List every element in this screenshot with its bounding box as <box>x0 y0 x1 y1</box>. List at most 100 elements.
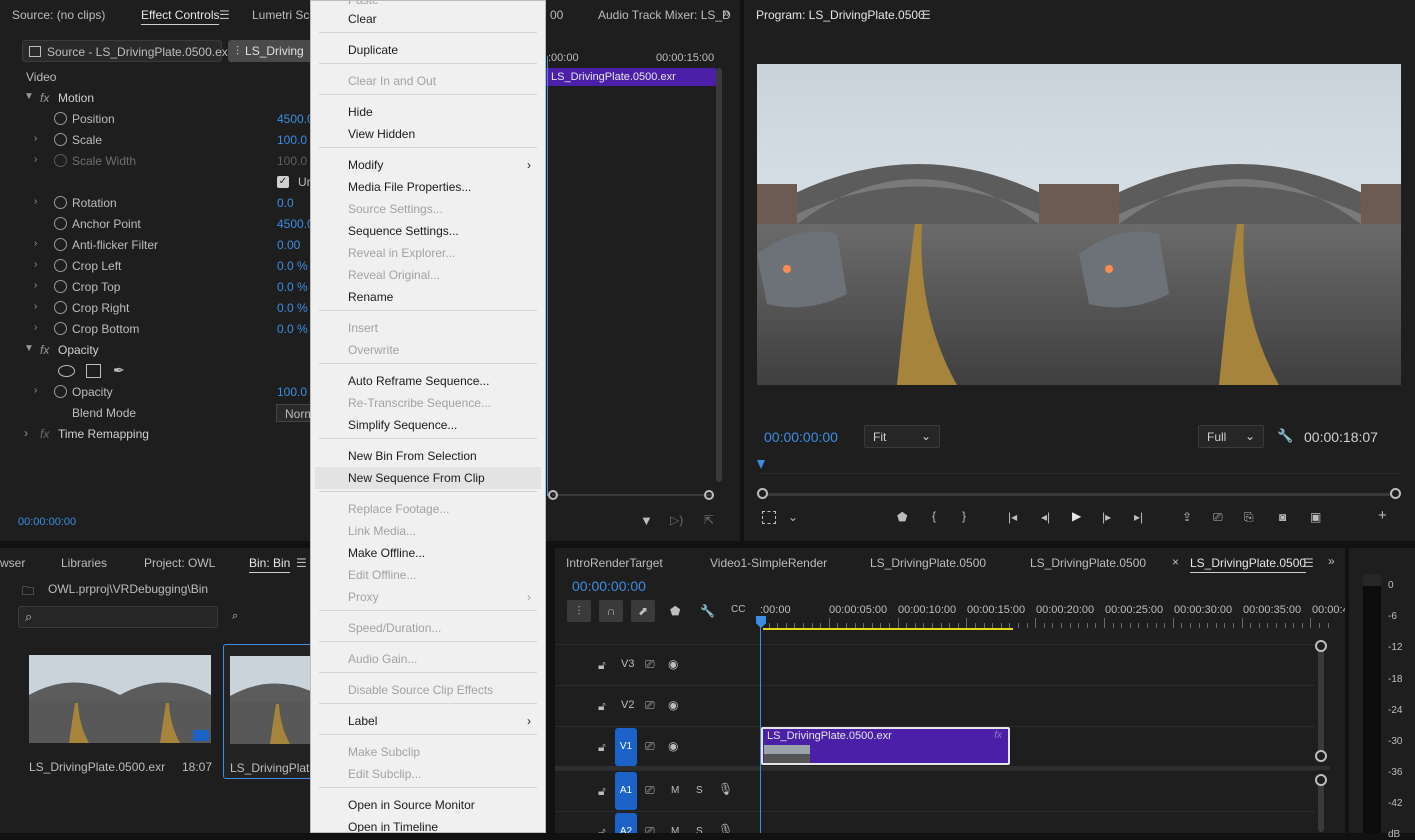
stopwatch-icon[interactable] <box>54 385 67 398</box>
property-value[interactable]: 100.0 <box>277 154 307 168</box>
snap-icon[interactable]: ∩ <box>599 600 623 622</box>
microphone-icon[interactable]: 🎙︎ <box>718 782 733 796</box>
close-icon[interactable]: × <box>1172 555 1179 569</box>
tab-lumetri-scopes[interactable]: Lumetri Sco <box>252 8 310 22</box>
menu-item[interactable]: Hide <box>348 105 373 119</box>
program-monitor-title[interactable]: Program: LS_DrivingPlate.0500 <box>756 8 925 22</box>
stopwatch-icon[interactable] <box>54 259 67 272</box>
opacity-value[interactable]: 100.0 % <box>277 385 310 399</box>
tab-bin[interactable]: Bin: Bin <box>249 556 291 573</box>
sequence-chip[interactable]: ⫶ LS_Driving <box>228 40 310 62</box>
tab-effect-controls[interactable]: Effect Controls <box>141 8 220 25</box>
property-value[interactable]: 0.0 <box>277 196 294 210</box>
mini-playhead[interactable] <box>547 56 548 496</box>
menu-item[interactable]: Duplicate <box>348 43 398 57</box>
track-target-a1[interactable]: A1 <box>615 772 637 810</box>
tab-sequence-active[interactable]: LS_DrivingPlate.0500 <box>1190 556 1307 573</box>
panel-menu-icon[interactable]: ☰ <box>296 556 307 570</box>
stopwatch-icon[interactable] <box>54 196 67 209</box>
more-tabs-icon[interactable]: » <box>1328 554 1335 568</box>
go-to-out-icon[interactable]: ▸| <box>1134 510 1143 524</box>
effect-property-row[interactable]: › Crop Right 0.0 % <box>0 298 310 319</box>
menu-item[interactable]: New Sequence From Clip <box>348 471 485 485</box>
panel-menu-icon[interactable]: ☰ <box>1303 556 1314 570</box>
menu-item[interactable]: Modify <box>348 158 383 172</box>
add-button-icon[interactable]: + <box>1378 507 1387 524</box>
tab-source[interactable]: Source: (no clips) <box>12 8 105 22</box>
tab-sequence[interactable]: LS_DrivingPlate.0500 <box>1030 556 1146 570</box>
chevron-right-icon[interactable]: › <box>34 196 37 207</box>
eye-icon[interactable]: ◉ <box>668 739 678 753</box>
scroll-handle-bottom[interactable] <box>1315 750 1327 762</box>
mark-out-icon[interactable]: } <box>962 509 966 523</box>
menu-item[interactable]: Media File Properties... <box>348 180 471 194</box>
bin-folder-icon[interactable]: 🗀 <box>22 582 34 603</box>
property-value[interactable]: 0.0 % <box>277 259 308 273</box>
effect-property-row[interactable]: Anchor Point 4500.0 <box>0 214 310 235</box>
menu-item[interactable]: Clear <box>348 12 377 26</box>
tab-sequence[interactable]: IntroRenderTarget <box>566 556 663 570</box>
sync-lock-icon[interactable]: ⎚ <box>645 657 655 672</box>
property-value[interactable]: 4500.0 <box>277 112 310 126</box>
chevron-down-icon[interactable]: ▼ <box>24 91 34 102</box>
scroll-handle-top[interactable] <box>1315 640 1327 652</box>
tab-project[interactable]: Project: OWL <box>144 556 215 570</box>
menu-item[interactable]: Disable Source Clip Effects <box>348 683 493 697</box>
stopwatch-icon[interactable] <box>54 217 67 230</box>
effect-timecode[interactable]: 00:00:00:00 <box>18 516 76 528</box>
lock-icon[interactable]: 🔓︎ <box>598 658 606 673</box>
effect-property-row[interactable]: › Anti-flicker Filter 0.00 <box>0 235 310 256</box>
opacity-value-row[interactable]: › Opacity 100.0 % <box>0 382 310 403</box>
effect-property-row[interactable]: Position 4500.0 <box>0 109 310 130</box>
timeline-playhead[interactable] <box>760 628 761 833</box>
menu-item[interactable]: Overwrite <box>348 343 399 357</box>
insert-nest-icon[interactable]: ⫶ <box>567 600 591 622</box>
solo-button[interactable]: S <box>696 785 703 796</box>
tab-libraries[interactable]: Libraries <box>61 556 107 570</box>
step-forward-icon[interactable]: |▸ <box>1102 510 1111 524</box>
chevron-right-icon[interactable]: › <box>34 238 37 249</box>
program-timecode[interactable]: 00:00:00:00 <box>764 429 838 445</box>
property-value[interactable]: 0.0 % <box>277 322 308 336</box>
menu-item[interactable]: Edit Subclip... <box>348 767 421 781</box>
menu-item[interactable]: Re-Transcribe Sequence... <box>348 396 491 410</box>
menu-item[interactable]: Clear In and Out <box>348 74 436 88</box>
scroll-handle-left[interactable] <box>757 488 768 499</box>
panel-menu-icon[interactable]: ☰ <box>920 8 931 22</box>
menu-item[interactable]: Proxy <box>348 590 379 604</box>
program-video-frame[interactable] <box>757 64 1401 385</box>
effect-property-row[interactable]: › Crop Top 0.0 % <box>0 277 310 298</box>
mute-button[interactable]: M <box>671 826 679 833</box>
linked-selection-icon[interactable]: ⬈ <box>631 600 655 622</box>
tab-sequence[interactable]: LS_DrivingPlate.0500 <box>870 556 986 570</box>
effect-property-row[interactable]: › Scale 100.0 <box>0 130 310 151</box>
stopwatch-icon[interactable] <box>54 238 67 251</box>
chevron-down-icon[interactable]: ⌄ <box>788 510 798 524</box>
chevron-right-icon[interactable]: › <box>34 259 37 270</box>
tab-partial[interactable]: 00 <box>550 8 563 22</box>
property-value[interactable]: 0.0 % <box>277 301 308 315</box>
play-icon[interactable]: ▶ <box>1072 509 1081 523</box>
menu-item[interactable]: View Hidden <box>348 127 415 141</box>
sync-lock-icon[interactable]: ⎚ <box>645 739 655 754</box>
stopwatch-icon[interactable] <box>54 154 67 167</box>
property-value[interactable]: 0.0 % <box>277 280 308 294</box>
program-mini-ruler[interactable] <box>760 462 1400 474</box>
microphone-icon[interactable]: 🎙︎ <box>718 823 733 833</box>
tab-media-browser[interactable]: wser <box>0 556 25 570</box>
chevron-right-icon[interactable]: › <box>24 426 28 440</box>
scroll-handle-right[interactable] <box>1390 488 1401 499</box>
resolution-select[interactable]: Full ⌄ <box>1198 425 1264 448</box>
blend-mode-select[interactable]: Norm <box>276 404 310 422</box>
vr-view-icon[interactable]: ⎘ <box>1244 510 1254 525</box>
more-tabs-icon[interactable]: » <box>723 6 730 20</box>
filter-icon[interactable]: ▼ <box>640 513 653 528</box>
motion-row[interactable]: ▼ fx Motion <box>0 88 310 109</box>
menu-item[interactable]: Link Media... <box>348 524 416 538</box>
menu-item[interactable]: New Bin From Selection <box>348 449 477 463</box>
chevron-right-icon[interactable]: › <box>34 280 37 291</box>
go-to-in-icon[interactable]: |◂ <box>1008 510 1017 524</box>
program-scrollbar[interactable] <box>762 493 1398 496</box>
stopwatch-icon[interactable] <box>54 280 67 293</box>
chevron-down-icon[interactable]: ▼ <box>24 343 34 354</box>
